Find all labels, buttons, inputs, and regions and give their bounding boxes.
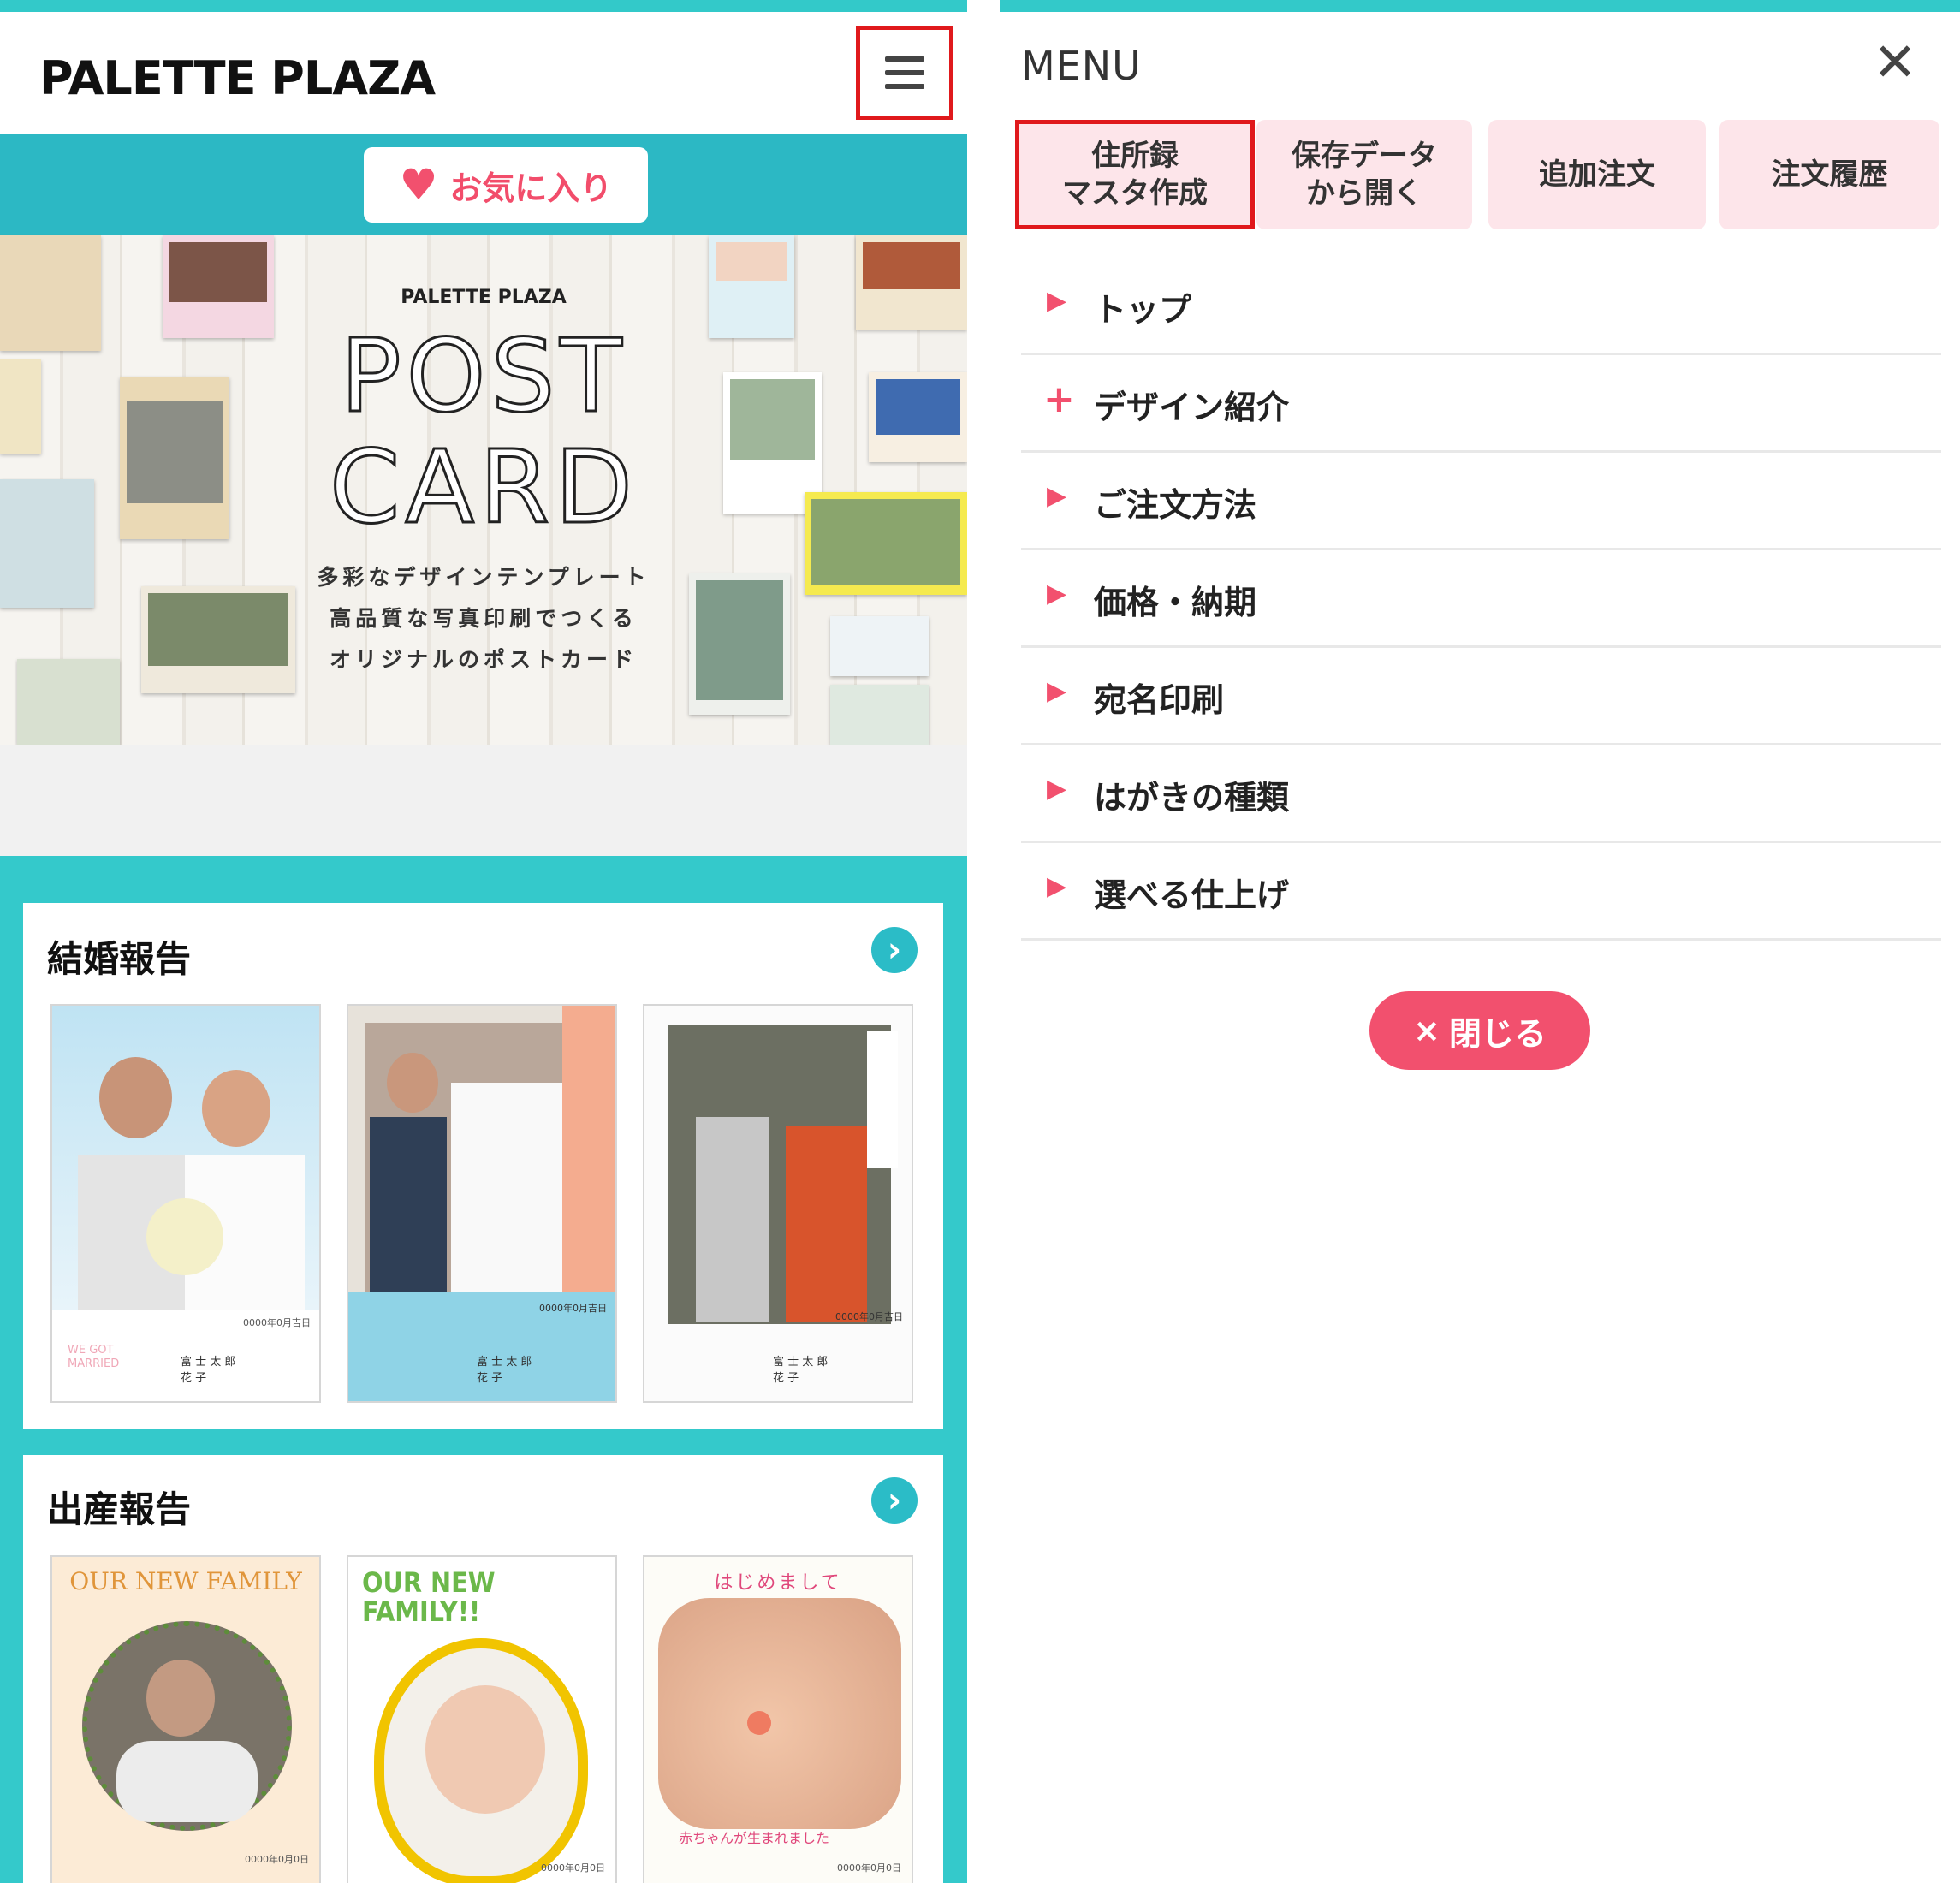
- hamburger-icon: [885, 56, 924, 89]
- hero-tagline-3: オリジナルのポストカード: [329, 647, 638, 672]
- close-icon: ×: [1413, 1012, 1440, 1049]
- menu-item-label: はがきの種類: [1094, 779, 1290, 817]
- card-heading: はじめまして: [714, 1572, 842, 1594]
- template-card[interactable]: 0000年0月吉日 富 士 太 郎 花 子: [643, 1004, 913, 1403]
- order-history-button[interactable]: 注文履歴: [1719, 120, 1939, 229]
- template-card[interactable]: 0000年0月吉日 WE GOT MARRIED 富 士 太 郎 花 子: [50, 1004, 321, 1403]
- hero-tagline-2: 高品質な写真印刷でつくる: [330, 606, 638, 631]
- section-title: 結婚報告: [47, 938, 192, 980]
- menu-item-label: 価格・納期: [1094, 584, 1257, 621]
- card-date: 0000年0月0日: [245, 1854, 309, 1865]
- menu-item-postcard-types[interactable]: ▶ はがきの種類: [1021, 745, 1941, 843]
- close-icon[interactable]: ✕: [1873, 36, 1917, 89]
- menu-item-top[interactable]: ▶ トップ: [1021, 258, 1941, 355]
- additional-order-button[interactable]: 追加注文: [1488, 120, 1706, 229]
- menu-item-design[interactable]: + デザイン紹介: [1021, 355, 1941, 453]
- section-title: 出産報告: [47, 1488, 192, 1530]
- collage-card: [830, 685, 929, 745]
- collage-card: [856, 235, 967, 330]
- menu-item-how-to-order[interactable]: ▶ ご注文方法: [1021, 453, 1941, 550]
- menu-item-finish-options[interactable]: ▶ 選べる仕上げ: [1021, 843, 1941, 941]
- menu-item-label: デザイン紹介: [1094, 389, 1290, 426]
- hero-title-card: CARD: [329, 428, 638, 546]
- section-birth: 出産報告 › OUR NEW FAMILY 0000年0月0日 OUR NEW …: [23, 1455, 943, 1883]
- menu-item-price[interactable]: ▶ 価格・納期: [1021, 550, 1941, 648]
- triangle-right-icon: ▶: [1047, 579, 1067, 609]
- close-label: 閉じる: [1448, 1014, 1547, 1053]
- favorite-button[interactable]: ♥ お気に入り: [364, 147, 648, 223]
- top-stripe: [1000, 0, 1960, 12]
- chevron-right-icon[interactable]: ›: [871, 1477, 918, 1524]
- card-corner-text: WE GOT MARRIED: [68, 1344, 120, 1370]
- hero-brand: PALETTE PLAZA: [401, 287, 567, 308]
- triangle-right-icon: ▶: [1047, 871, 1067, 901]
- template-card[interactable]: OUR NEW FAMILY!! 0000年0月0日: [347, 1555, 617, 1883]
- template-card[interactable]: OUR NEW FAMILY 0000年0月0日: [50, 1555, 321, 1883]
- card-names: 富 士 太 郎 花 子: [477, 1356, 532, 1385]
- menu-item-label: ご注文方法: [1094, 486, 1257, 524]
- menu-screen: MENU ✕ 住所録 マスタ作成 保存データ から開く 追加注文 注文履歴 ▶ …: [1000, 0, 1960, 1883]
- site-logo[interactable]: PALETTE PLAZA: [39, 51, 436, 105]
- card-names: 富 士 太 郎 花 子: [773, 1356, 829, 1385]
- favorite-label: お気に入り: [449, 169, 613, 207]
- template-card[interactable]: 0000年0月吉日 富 士 太 郎 花 子: [347, 1004, 617, 1403]
- open-saved-data-button[interactable]: 保存データ から開く: [1256, 120, 1472, 229]
- plus-icon: +: [1043, 377, 1075, 421]
- chevron-right-icon[interactable]: ›: [871, 927, 918, 973]
- triangle-right-icon: ▶: [1047, 774, 1067, 804]
- triangle-right-icon: ▶: [1047, 481, 1067, 511]
- card-caption: 赤ちゃんが生まれました: [679, 1830, 830, 1846]
- triangle-right-icon: ▶: [1047, 676, 1067, 706]
- left-screen: PALETTE PLAZA ♥ お気に入り PALETTE PLAZA POST…: [0, 0, 967, 1883]
- carousel-gap: [0, 745, 967, 856]
- heart-icon: ♥: [399, 160, 438, 210]
- template-card[interactable]: はじめまして 赤ちゃんが生まれました 0000年0月0日: [643, 1555, 913, 1883]
- address-book-master-button[interactable]: 住所録 マスタ作成: [1015, 120, 1255, 229]
- section-wedding: 結婚報告 › 0000年0月吉日 WE GOT MARRIED 富 士 太 郎 …: [23, 903, 943, 1429]
- card-heading: OUR NEW FAMILY: [69, 1567, 302, 1595]
- hero-title-post: POST: [339, 317, 627, 435]
- menu-item-label: 選べる仕上げ: [1094, 876, 1290, 914]
- menu-item-label: 宛名印刷: [1094, 681, 1225, 719]
- close-menu-button[interactable]: × 閉じる: [1369, 991, 1590, 1070]
- top-stripe: [0, 0, 967, 12]
- card-date: 0000年0月吉日: [243, 1317, 311, 1328]
- menu-item-address-printing[interactable]: ▶ 宛名印刷: [1021, 648, 1941, 745]
- card-heading: OUR NEW FAMILY!!: [362, 1566, 496, 1628]
- menu-item-label: トップ: [1094, 291, 1192, 329]
- card-date: 0000年0月0日: [541, 1862, 605, 1874]
- menu-title: MENU: [1021, 43, 1142, 89]
- card-names: 富 士 太 郎 花 子: [181, 1356, 236, 1385]
- triangle-right-icon: ▶: [1047, 286, 1067, 316]
- card-date: 0000年0月吉日: [835, 1311, 903, 1322]
- card-date: 0000年0月吉日: [539, 1303, 607, 1314]
- card-date: 0000年0月0日: [837, 1862, 901, 1874]
- hero-tagline-1: 多彩なデザインテンプレート: [317, 565, 650, 590]
- hamburger-menu-button[interactable]: [856, 26, 953, 120]
